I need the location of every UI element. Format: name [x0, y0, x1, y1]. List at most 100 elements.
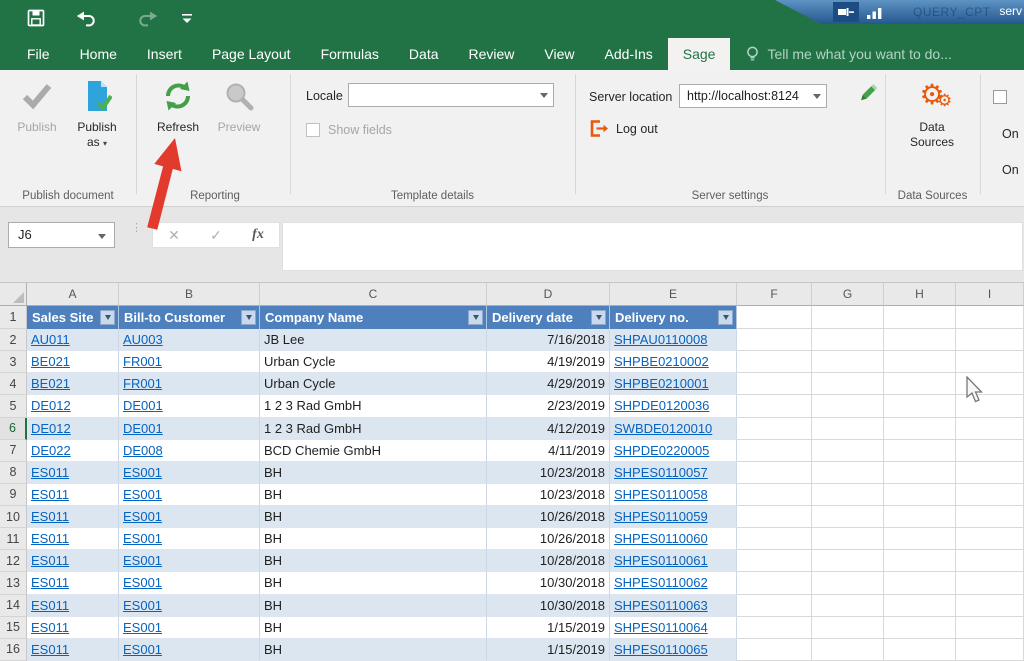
cell-hyperlink[interactable]: FR001 — [123, 354, 162, 369]
cell-hyperlink[interactable]: ES011 — [31, 465, 69, 480]
cell-hyperlink[interactable]: DE001 — [123, 398, 163, 413]
cell-bill-to-customer[interactable]: ES001 — [119, 461, 260, 484]
column-header-E[interactable]: E — [610, 283, 737, 306]
cell-hyperlink[interactable]: ES001 — [123, 465, 162, 480]
cell-hyperlink[interactable]: ES001 — [123, 598, 162, 613]
cell-delivery-date[interactable]: 1/15/2019 — [487, 616, 610, 639]
empty-cell[interactable] — [884, 461, 956, 484]
empty-cell[interactable] — [884, 506, 956, 529]
cell-bill-to-customer[interactable]: DE008 — [119, 439, 260, 462]
cell-hyperlink[interactable]: ES001 — [123, 620, 162, 635]
cell-sales-site[interactable]: ES011 — [27, 572, 119, 595]
empty-cell[interactable] — [737, 461, 812, 484]
cell-hyperlink[interactable]: SHPDE0220005 — [614, 443, 709, 458]
save-icon[interactable] — [26, 8, 46, 28]
cell-company-name[interactable]: BH — [260, 594, 487, 617]
empty-cell[interactable] — [884, 351, 956, 374]
data-sources-button[interactable]: ⚙ ⚙ Data Sources — [901, 76, 963, 150]
cell-sales-site[interactable]: ES011 — [27, 638, 119, 661]
cell-bill-to-customer[interactable]: ES001 — [119, 550, 260, 573]
row-header-1[interactable]: 1 — [0, 306, 27, 329]
cell-hyperlink[interactable]: ES011 — [31, 531, 69, 546]
tab-add-ins[interactable]: Add-Ins — [590, 38, 668, 70]
tab-data[interactable]: Data — [394, 38, 454, 70]
cell-sales-site[interactable]: DE012 — [27, 395, 119, 418]
cell-company-name[interactable]: BH — [260, 506, 487, 529]
filter-dropdown-button[interactable] — [241, 309, 256, 325]
empty-cell[interactable] — [956, 439, 1024, 462]
row-header-14[interactable]: 14 — [0, 594, 27, 617]
cell-delivery-no[interactable]: SHPDE0120036 — [610, 395, 737, 418]
filter-dropdown-button[interactable] — [100, 309, 115, 325]
empty-cell[interactable] — [956, 306, 1024, 329]
empty-cell[interactable] — [884, 395, 956, 418]
empty-cell[interactable] — [956, 395, 1024, 418]
cell-hyperlink[interactable]: BE021 — [31, 354, 70, 369]
cell-bill-to-customer[interactable]: DE001 — [119, 395, 260, 418]
cell-bill-to-customer[interactable]: ES001 — [119, 572, 260, 595]
row-header-4[interactable]: 4 — [0, 373, 27, 396]
cell-company-name[interactable]: JB Lee — [260, 329, 487, 352]
cancel-entry-icon[interactable]: ✕ — [168, 227, 180, 244]
table-header-delivery-date[interactable]: Delivery date — [487, 306, 610, 329]
empty-cell[interactable] — [737, 351, 812, 374]
cell-hyperlink[interactable]: SHPBE0210002 — [614, 354, 709, 369]
empty-cell[interactable] — [884, 528, 956, 551]
empty-cell[interactable] — [884, 638, 956, 661]
cell-delivery-date[interactable]: 4/12/2019 — [487, 417, 610, 440]
empty-cell[interactable] — [884, 594, 956, 617]
empty-cell[interactable] — [812, 439, 884, 462]
cell-hyperlink[interactable]: ES001 — [123, 575, 162, 590]
cell-delivery-no[interactable]: SHPES0110065 — [610, 638, 737, 661]
cell-company-name[interactable]: BH — [260, 638, 487, 661]
empty-cell[interactable] — [956, 638, 1024, 661]
empty-cell[interactable] — [737, 373, 812, 396]
logout-button[interactable]: Log out — [589, 119, 658, 138]
empty-cell[interactable] — [884, 550, 956, 573]
cell-hyperlink[interactable]: ES011 — [31, 487, 69, 502]
cell-delivery-no[interactable]: SHPBE0210002 — [610, 351, 737, 374]
row-header-15[interactable]: 15 — [0, 616, 27, 639]
cell-delivery-date[interactable]: 2/23/2019 — [487, 395, 610, 418]
cell-hyperlink[interactable]: SHPES0110060 — [614, 531, 708, 546]
cell-delivery-date[interactable]: 10/23/2018 — [487, 483, 610, 506]
cell-hyperlink[interactable]: SHPES0110061 — [614, 553, 708, 568]
cell-hyperlink[interactable]: SHPES0110063 — [614, 598, 708, 613]
cell-hyperlink[interactable]: ES011 — [31, 620, 69, 635]
tab-view[interactable]: View — [529, 38, 589, 70]
cell-delivery-no[interactable]: SHPES0110058 — [610, 483, 737, 506]
empty-cell[interactable] — [812, 594, 884, 617]
locale-combobox[interactable] — [348, 83, 554, 107]
column-header-B[interactable]: B — [119, 283, 260, 306]
cell-bill-to-customer[interactable]: ES001 — [119, 528, 260, 551]
empty-cell[interactable] — [884, 417, 956, 440]
empty-cell[interactable] — [737, 439, 812, 462]
cell-sales-site[interactable]: ES011 — [27, 483, 119, 506]
cell-hyperlink[interactable]: SHPDE0120036 — [614, 398, 709, 413]
empty-cell[interactable] — [956, 594, 1024, 617]
empty-cell[interactable] — [956, 550, 1024, 573]
cell-delivery-date[interactable]: 10/30/2018 — [487, 594, 610, 617]
column-header-C[interactable]: C — [260, 283, 487, 306]
cell-sales-site[interactable]: BE021 — [27, 351, 119, 374]
column-header-A[interactable]: A — [27, 283, 119, 306]
cell-delivery-date[interactable]: 10/26/2018 — [487, 528, 610, 551]
empty-cell[interactable] — [956, 528, 1024, 551]
cell-delivery-no[interactable]: SHPES0110060 — [610, 528, 737, 551]
tab-page-layout[interactable]: Page Layout — [197, 38, 306, 70]
cell-delivery-no[interactable]: SHPES0110064 — [610, 616, 737, 639]
cell-sales-site[interactable]: AU011 — [27, 329, 119, 352]
filter-dropdown-button[interactable] — [718, 309, 733, 325]
cell-delivery-no[interactable]: SHPDE0220005 — [610, 439, 737, 462]
column-header-I[interactable]: I — [956, 283, 1024, 306]
column-header-H[interactable]: H — [884, 283, 956, 306]
edit-pencil-icon[interactable] — [857, 82, 879, 104]
empty-cell[interactable] — [812, 483, 884, 506]
row-header-2[interactable]: 2 — [0, 329, 27, 352]
cell-hyperlink[interactable]: SHPES0110062 — [614, 575, 708, 590]
cell-sales-site[interactable]: ES011 — [27, 506, 119, 529]
cell-hyperlink[interactable]: SHPES0110057 — [614, 465, 708, 480]
empty-cell[interactable] — [737, 395, 812, 418]
tab-formulas[interactable]: Formulas — [306, 38, 394, 70]
cell-company-name[interactable]: Urban Cycle — [260, 351, 487, 374]
